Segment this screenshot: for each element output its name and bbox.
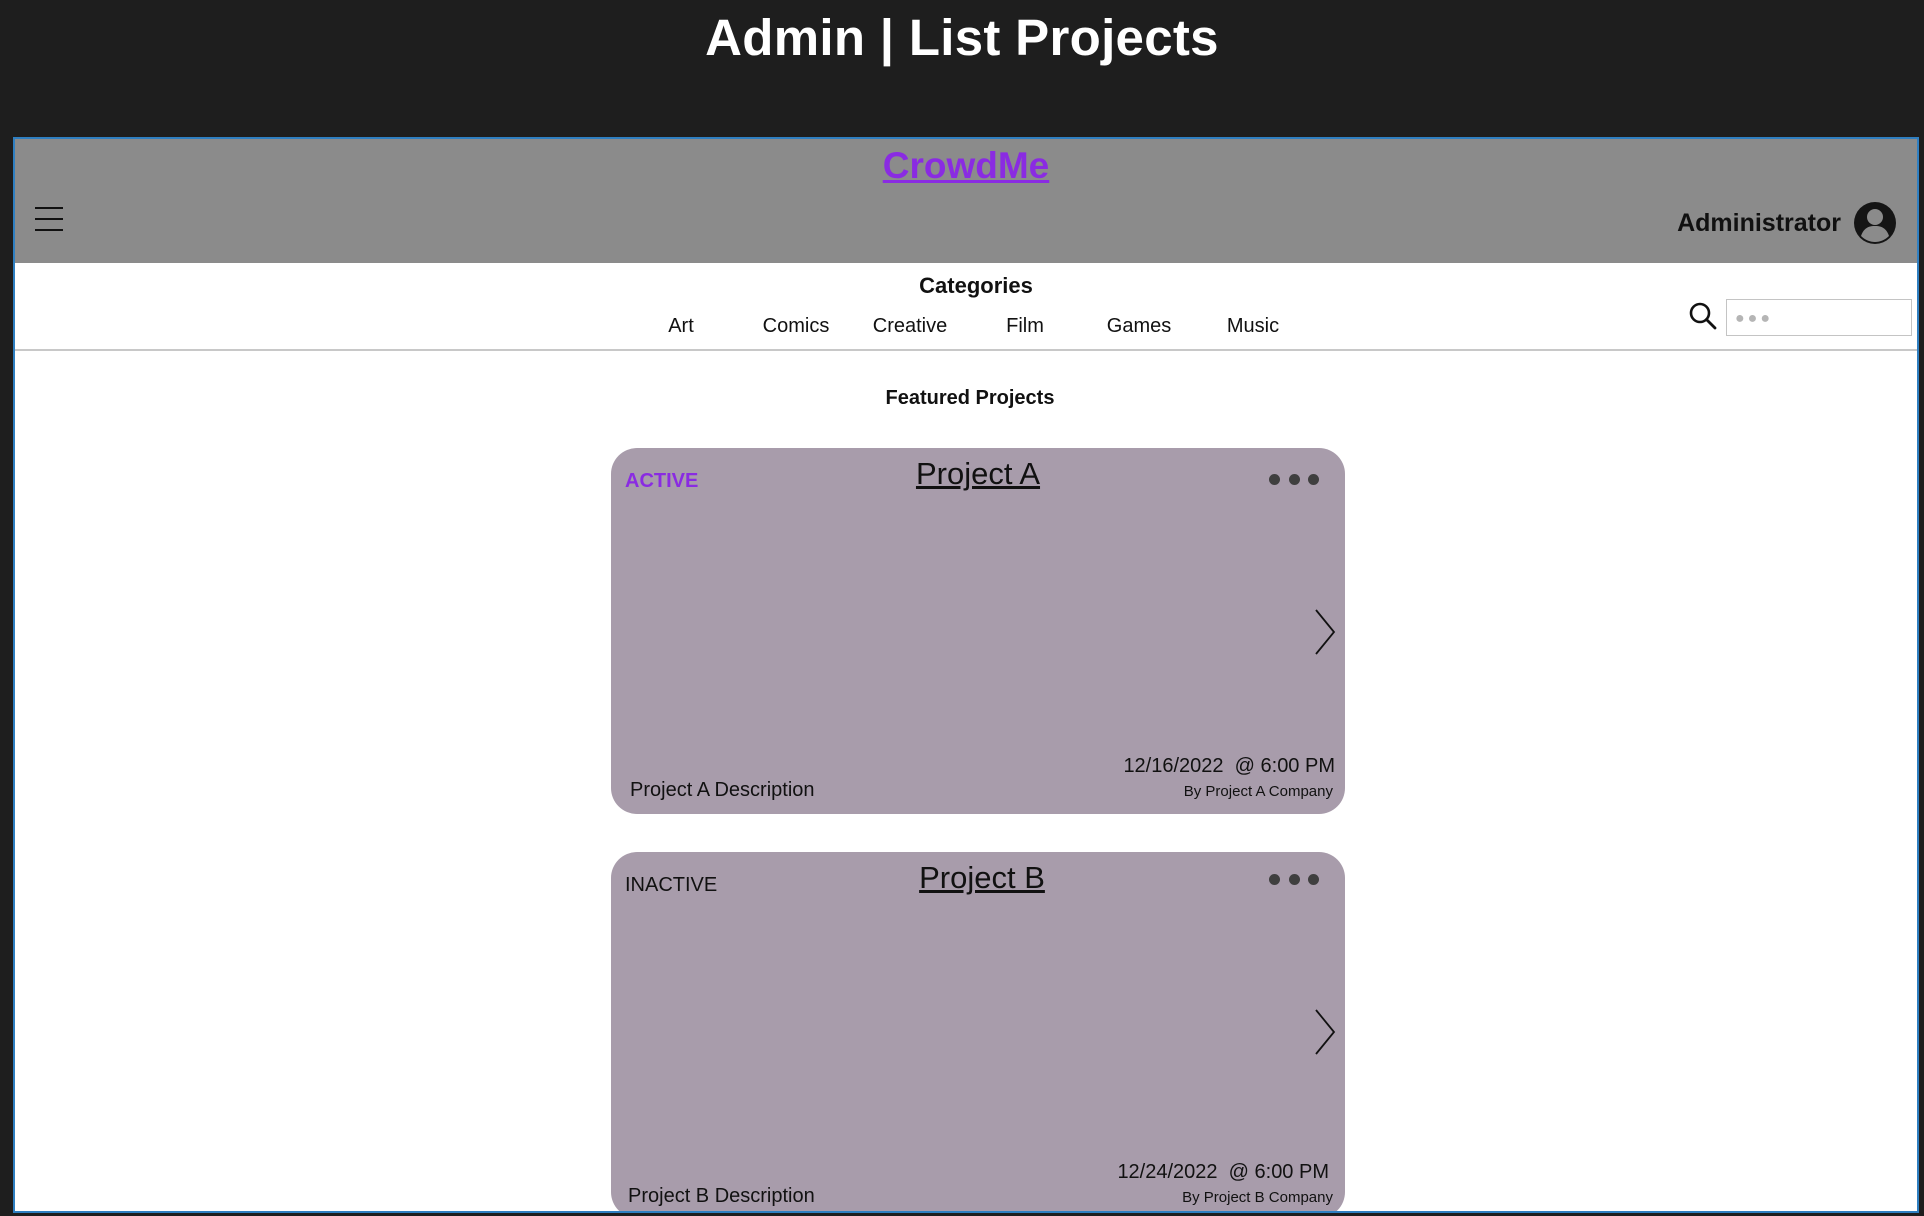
more-options-icon[interactable] xyxy=(1269,872,1319,886)
chevron-right-icon[interactable] xyxy=(1313,608,1337,656)
project-title-link[interactable]: Project A xyxy=(916,456,1040,491)
top-bar: CrowdMe Administrator xyxy=(15,139,1917,263)
project-description: Project B Description xyxy=(628,1185,815,1207)
category-comics[interactable]: Comics xyxy=(763,315,830,338)
more-options-icon[interactable] xyxy=(1269,472,1319,486)
category-creative[interactable]: Creative xyxy=(873,315,947,338)
project-title-link[interactable]: Project B xyxy=(919,860,1045,895)
app-frame: CrowdMe Administrator Categories Art Com… xyxy=(13,137,1919,1213)
user-avatar-icon[interactable] xyxy=(1853,201,1897,245)
project-title: Project B xyxy=(615,860,1345,896)
hamburger-menu-icon[interactable] xyxy=(35,207,63,233)
category-film[interactable]: Film xyxy=(1006,315,1044,338)
featured-projects-title: Featured Projects xyxy=(885,387,1055,409)
project-card[interactable]: ACTIVE Project A Project A Description 1… xyxy=(611,448,1345,814)
chevron-right-icon[interactable] xyxy=(1313,1008,1337,1056)
project-title: Project A xyxy=(611,456,1345,492)
categories-title: Categories xyxy=(919,273,1033,298)
categories-bar: Categories Art Comics Creative Film Game… xyxy=(15,263,1917,351)
category-music[interactable]: Music xyxy=(1227,315,1279,338)
project-datetime: 12/16/2022 @ 6:00 PM xyxy=(1123,755,1335,777)
project-company: By Project B Company xyxy=(1182,1189,1333,1206)
project-datetime: 12/24/2022 @ 6:00 PM xyxy=(1117,1161,1329,1183)
project-company: By Project A Company xyxy=(1183,783,1333,800)
category-art[interactable]: Art xyxy=(668,315,694,338)
search-icon[interactable] xyxy=(1688,301,1718,331)
project-card[interactable]: INACTIVE Project B Project B Description… xyxy=(611,852,1345,1211)
brand-logo: CrowdMe xyxy=(15,145,1917,187)
search-input[interactable] xyxy=(1726,299,1912,336)
category-games[interactable]: Games xyxy=(1107,315,1171,338)
user-menu[interactable]: Administrator xyxy=(1677,201,1897,245)
page-title: Admin | List Projects xyxy=(705,9,1219,66)
project-description: Project A Description xyxy=(630,779,815,801)
brand-link[interactable]: CrowdMe xyxy=(883,145,1050,186)
user-name[interactable]: Administrator xyxy=(1677,209,1841,238)
